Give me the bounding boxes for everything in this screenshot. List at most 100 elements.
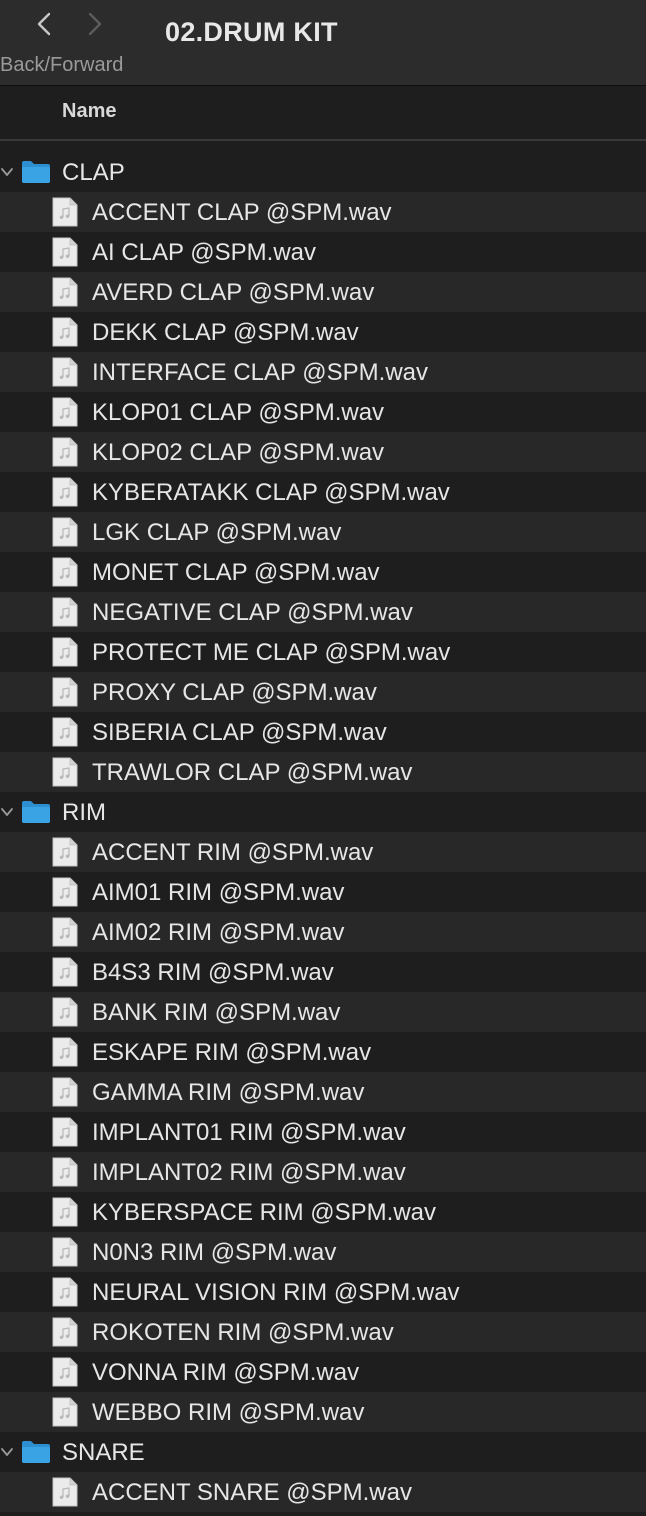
audio-file-icon [52,1277,78,1307]
file-row[interactable]: PROTECT ME CLAP @SPM.wav [0,632,646,672]
file-name: BANK RIM @SPM.wav [92,999,341,1026]
file-row[interactable]: KYBERSPACE RIM @SPM.wav [0,1192,646,1232]
file-name: NEURAL VISION RIM @SPM.wav [92,1279,460,1306]
folder-name: SNARE [62,1439,145,1466]
file-row[interactable]: ROKOTEN RIM @SPM.wav [0,1312,646,1352]
file-row[interactable]: PROXY CLAP @SPM.wav [0,672,646,712]
chevron-right-icon [88,12,102,36]
file-name: ACCENT CLAP @SPM.wav [92,199,392,226]
folder-row[interactable]: CLAP [0,152,646,192]
file-row[interactable]: ESKAPE RIM @SPM.wav [0,1032,646,1072]
file-row[interactable]: B4S3 RIM @SPM.wav [0,952,646,992]
file-row[interactable]: ACCENT RIM @SPM.wav [0,832,646,872]
file-name: KLOP02 CLAP @SPM.wav [92,439,385,466]
audio-file-icon [52,357,78,387]
chevron-left-icon [37,12,51,36]
file-name: DEKK CLAP @SPM.wav [92,319,359,346]
audio-file-icon [52,1397,78,1427]
file-name: N0N3 RIM @SPM.wav [92,1239,337,1266]
audio-file-icon [52,597,78,627]
file-row[interactable]: INTERFACE CLAP @SPM.wav [0,352,646,392]
audio-file-icon [52,1077,78,1107]
file-row[interactable]: WEBBO RIM @SPM.wav [0,1392,646,1432]
file-row[interactable]: NEURAL VISION RIM @SPM.wav [0,1272,646,1312]
folder-row[interactable]: RIM [0,792,646,832]
audio-file-icon [52,877,78,907]
file-row[interactable]: AI CLAP @SPM.wav [0,232,646,272]
folder-name: RIM [62,799,106,826]
file-name: GAMMA RIM @SPM.wav [92,1079,365,1106]
file-row[interactable]: DEKK CLAP @SPM.wav [0,312,646,352]
chevron-down-icon[interactable] [0,805,14,819]
audio-file-icon [52,1117,78,1147]
file-row[interactable]: BANK RIM @SPM.wav [0,992,646,1032]
chevron-down-icon[interactable] [0,1445,14,1459]
audio-file-icon [52,1197,78,1227]
file-name: IMPLANT02 RIM @SPM.wav [92,1159,406,1186]
file-row[interactable]: KYBERATAKK CLAP @SPM.wav [0,472,646,512]
file-name: VONNA RIM @SPM.wav [92,1359,360,1386]
audio-file-icon [52,517,78,547]
audio-file-icon [52,397,78,427]
folder-icon [22,801,50,823]
audio-file-icon [52,277,78,307]
audio-file-icon [52,557,78,587]
audio-file-icon [52,197,78,227]
file-row[interactable]: GAMMA RIM @SPM.wav [0,1072,646,1112]
back-forward-caption: Back/Forward [0,54,124,76]
file-name: PROTECT ME CLAP @SPM.wav [92,639,451,666]
file-row[interactable]: IMPLANT02 RIM @SPM.wav [0,1152,646,1192]
audio-file-icon [52,1477,78,1507]
file-row[interactable]: AIM01 RIM @SPM.wav [0,872,646,912]
file-name: B4S3 RIM @SPM.wav [92,959,334,986]
file-name: KYBERATAKK CLAP @SPM.wav [92,479,450,506]
file-name: PROXY CLAP @SPM.wav [92,679,377,706]
file-name: WEBBO RIM @SPM.wav [92,1399,365,1426]
column-header-name[interactable]: Name [62,100,116,123]
audio-file-icon [52,1317,78,1347]
folder-icon [22,161,50,183]
file-name: KYBERSPACE RIM @SPM.wav [92,1199,436,1226]
back-button[interactable] [29,8,59,40]
file-row[interactable]: TRAWLOR CLAP @SPM.wav [0,752,646,792]
file-row[interactable]: KLOP02 CLAP @SPM.wav [0,432,646,472]
audio-file-icon [52,477,78,507]
folder-row[interactable]: SNARE [0,1432,646,1472]
file-name: ACCENT SNARE @SPM.wav [92,1479,412,1506]
file-name: MONET CLAP @SPM.wav [92,559,380,586]
audio-file-icon [52,317,78,347]
file-row[interactable]: KLOP01 CLAP @SPM.wav [0,392,646,432]
audio-file-icon [52,997,78,1027]
file-row[interactable]: IMPLANT01 RIM @SPM.wav [0,1112,646,1152]
file-row[interactable]: MONET CLAP @SPM.wav [0,552,646,592]
file-name: TRAWLOR CLAP @SPM.wav [92,759,413,786]
file-name: AI CLAP @SPM.wav [92,239,316,266]
file-row[interactable]: NEGATIVE CLAP @SPM.wav [0,592,646,632]
forward-button[interactable] [80,8,110,40]
file-row[interactable]: ACCENT SNARE @SPM.wav [0,1472,646,1512]
file-row[interactable]: SIBERIA CLAP @SPM.wav [0,712,646,752]
file-name: ESKAPE RIM @SPM.wav [92,1039,372,1066]
file-row[interactable]: N0N3 RIM @SPM.wav [0,1232,646,1272]
audio-file-icon [52,957,78,987]
audio-file-icon [52,637,78,667]
file-list: CLAP ACCENT CLAP @SPM.wav AI CLAP @SPM.wav… [0,152,646,1512]
folder-name: CLAP [62,159,125,186]
file-name: AVERD CLAP @SPM.wav [92,279,375,306]
file-row[interactable]: LGK CLAP @SPM.wav [0,512,646,552]
file-row[interactable]: ACCENT CLAP @SPM.wav [0,192,646,232]
file-row[interactable]: AVERD CLAP @SPM.wav [0,272,646,312]
toolbar: Back/Forward 02.DRUM KIT [0,0,646,86]
file-name: ROKOTEN RIM @SPM.wav [92,1319,394,1346]
audio-file-icon [52,677,78,707]
folder-icon [22,1441,50,1463]
file-row[interactable]: AIM02 RIM @SPM.wav [0,912,646,952]
file-name: SIBERIA CLAP @SPM.wav [92,719,387,746]
file-row[interactable]: VONNA RIM @SPM.wav [0,1352,646,1392]
chevron-down-icon[interactable] [0,165,14,179]
audio-file-icon [52,237,78,267]
file-name: INTERFACE CLAP @SPM.wav [92,359,428,386]
file-name: NEGATIVE CLAP @SPM.wav [92,599,413,626]
file-name: ACCENT RIM @SPM.wav [92,839,374,866]
column-header-bar: Name [0,86,646,141]
